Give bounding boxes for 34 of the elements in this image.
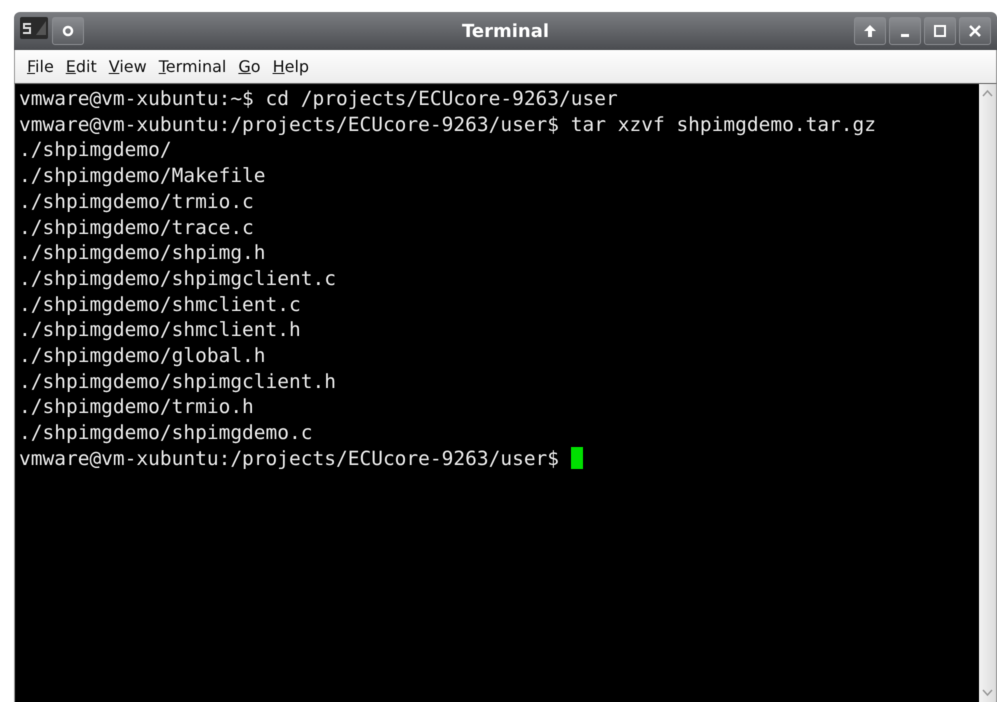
menu-item[interactable]: Terminal [152,57,232,76]
terminal-line: ./shpimgdemo/shpimgdemo.c [19,421,312,444]
terminal-line: ./shpimgdemo/shpimgclient.c [19,266,336,290]
app-icon[interactable] [20,17,48,39]
terminal-line: vmware@vm-xubuntu:/projects/ECUcore-9263/user$ [19,446,560,470]
terminal-line: ./shpimgdemo/shmclient.c [19,292,301,316]
terminal-line: ./shpimgdemo/global.h [19,344,266,368]
maximize-icon [933,24,947,38]
minimize-icon [901,34,909,36]
arrow-up-icon [863,24,877,38]
window-title: Terminal [460,20,550,42]
terminal-line: ./shpimgdemo/shpimg.h [19,241,266,264]
close-icon [968,24,982,38]
shade-button[interactable] [854,17,886,45]
terminal-line: ./shpimgdemo/shmclient.h [19,318,301,342]
menu-item[interactable]: Edit [60,57,103,76]
terminal-line: vmware@vm-xubuntu:/projects/ECUcore-9263/user$ tar xzvf shpimgdemo.tar.gz [19,112,876,136]
terminal-line: ./shpimgdemo/ [19,138,172,162]
circle-icon [62,25,74,37]
terminal-line: ./shpimgdemo/Makefile [19,164,266,188]
menu-item[interactable]: View [102,57,153,76]
terminal-line: ./shpimgdemo/shpimgclient.h [19,370,336,393]
maximize-button[interactable] [924,17,956,45]
minimize-button[interactable] [889,17,921,45]
menu-item[interactable]: Help [266,57,316,76]
terminal-line: vmware@vm-xubuntu:~$ cd /projects/ECUcore-9263/user [19,87,618,110]
terminal-output[interactable] [15,84,979,702]
sticky-button[interactable] [52,17,84,45]
close-button[interactable] [959,17,991,45]
menu-item[interactable]: File [21,57,60,76]
terminal-line: ./shpimgdemo/trmio.h [19,395,254,418]
terminal-line: ./shpimgdemo/trace.c [19,216,254,239]
menu-item[interactable]: Go [232,57,267,76]
terminal-line: ./shpimgdemo/trmio.c [19,190,254,213]
